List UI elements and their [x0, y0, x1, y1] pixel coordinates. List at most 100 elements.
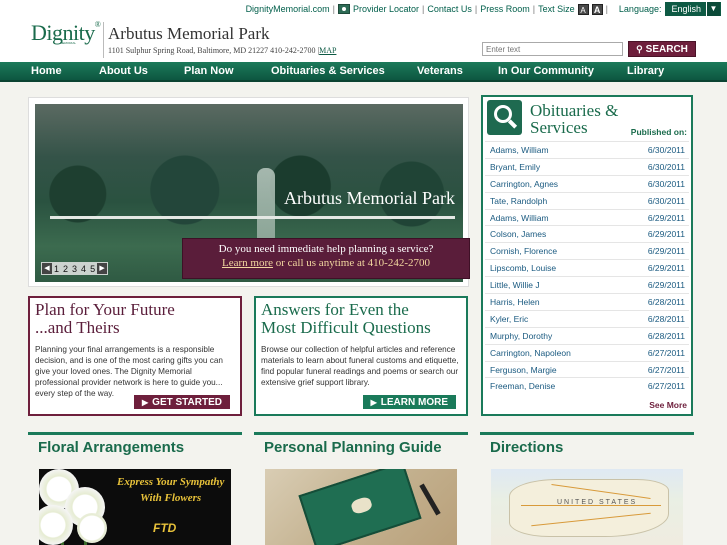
obituary-row[interactable]: Cornish, Florence 6/29/2011: [485, 242, 689, 259]
text-size-small-button[interactable]: A: [577, 3, 589, 15]
get-started-button[interactable]: ▶ GET STARTED: [134, 395, 230, 409]
obituary-name[interactable]: Cornish, Florence: [490, 246, 557, 256]
obituary-name[interactable]: Adams, William: [490, 213, 549, 223]
obituary-name[interactable]: Tate, Randolph: [490, 196, 547, 206]
obituary-name[interactable]: Carrington, Agnes: [490, 179, 558, 189]
obituary-row[interactable]: Little, Willie J 6/29/2011: [485, 276, 689, 293]
search-icon: ⚲: [636, 43, 643, 54]
obituary-date: 6/27/2011: [647, 347, 685, 358]
floral-arrangements-title[interactable]: Floral Arrangements: [28, 439, 242, 456]
map-landmass: [509, 479, 669, 537]
planning-guide-title[interactable]: Personal Planning Guide: [254, 439, 468, 456]
nav-home[interactable]: Home: [31, 65, 62, 77]
obituary-row[interactable]: Kyler, Eric 6/28/2011: [485, 309, 689, 327]
pager-page-2[interactable]: 2: [61, 264, 70, 274]
chevron-right-icon[interactable]: ▶: [97, 263, 108, 274]
pager-page-3[interactable]: 3: [70, 264, 79, 274]
pager-page-4[interactable]: 4: [79, 264, 88, 274]
floral-tagline: Express Your Sympathy With Flowers: [117, 474, 224, 506]
obituary-name[interactable]: Kyler, Eric: [490, 314, 528, 324]
contact-us-link[interactable]: Contact Us: [427, 4, 472, 14]
provider-locator-icon[interactable]: [337, 4, 350, 14]
plan-title-line1: Plan for Your Future: [35, 300, 175, 319]
obituary-name[interactable]: Carrington, Napoleon: [490, 348, 571, 358]
plan-future-box: Plan for Your Future ...and Theirs Planni…: [28, 296, 242, 416]
learn-more-button[interactable]: ▶ LEARN MORE: [362, 395, 456, 409]
main-nav: Home About Us Plan Now Obituaries & Serv…: [0, 62, 727, 82]
search-button[interactable]: ⚲ SEARCH: [628, 41, 696, 57]
obituary-name[interactable]: Bryant, Emily: [490, 162, 540, 172]
map-link[interactable]: MAP: [319, 46, 336, 55]
nav-veterans[interactable]: Veterans: [417, 65, 463, 77]
obituary-row[interactable]: Adams, William 6/30/2011: [485, 141, 689, 158]
directions-title[interactable]: Directions: [480, 439, 694, 456]
chevron-down-icon[interactable]: ▼: [706, 2, 720, 16]
obituary-row[interactable]: Lipscomb, Louise 6/29/2011: [485, 259, 689, 276]
nav-about-us[interactable]: About Us: [99, 65, 148, 77]
flower-icon: [39, 505, 73, 545]
nav-plan-now[interactable]: Plan Now: [184, 65, 234, 77]
search-input[interactable]: [482, 42, 623, 56]
phone-text: 410-242-2700: [270, 46, 316, 55]
obituary-row[interactable]: Ferguson, Margie 6/27/2011: [485, 360, 689, 378]
search-button-label: SEARCH: [645, 43, 688, 55]
obituaries-panel: Obituaries & Services Published on: Adams…: [481, 95, 693, 416]
plan-future-title: Plan for Your Future ...and Theirs: [35, 301, 235, 337]
provider-locator-link[interactable]: Provider Locator: [353, 4, 419, 14]
obituary-row[interactable]: Carrington, Napoleon 6/27/2011: [485, 343, 689, 361]
floral-tagline-line1: Express Your Sympathy: [117, 476, 225, 488]
obituary-row[interactable]: Murphy, Dorothy 6/28/2011: [485, 326, 689, 344]
learn-more-label: LEARN MORE: [380, 396, 448, 408]
obituary-date: 6/30/2011: [647, 161, 685, 172]
text-size-large-button[interactable]: A: [591, 3, 603, 15]
obituary-name[interactable]: Adams, William: [490, 145, 549, 155]
obituary-row[interactable]: Adams, William 6/29/2011: [485, 208, 689, 226]
address-text: 1101 Sulphur Spring Road, Baltimore, MD …: [108, 46, 269, 55]
directions-map[interactable]: UNITED STATES: [491, 469, 683, 545]
promo-top-bar: [480, 432, 694, 435]
answers-title: Answers for Even the Most Difficult Quest…: [261, 301, 461, 337]
nav-in-our-community[interactable]: In Our Community: [498, 65, 594, 77]
obituary-date: 6/29/2011: [647, 212, 685, 223]
obituary-date: 6/27/2011: [647, 381, 685, 392]
obituary-name[interactable]: Little, Willie J: [490, 280, 540, 290]
callout-line2: Learn more or call us anytime at 410-242…: [183, 257, 469, 269]
floral-image[interactable]: Express Your Sympathy With Flowers FTD: [39, 469, 231, 545]
obituary-date: 6/30/2011: [647, 195, 685, 206]
language-value: English: [671, 4, 701, 14]
press-room-link[interactable]: Press Room: [480, 4, 530, 14]
obituary-name[interactable]: Colson, James: [490, 229, 546, 239]
language-select[interactable]: English ▼: [665, 2, 721, 16]
obituary-row[interactable]: Tate, Randolph 6/30/2011: [485, 191, 689, 209]
play-arrow-icon: ▶: [370, 397, 377, 407]
floral-arrangements-promo: Floral Arrangements Express Your Sympath…: [28, 432, 242, 545]
chevron-left-icon[interactable]: ◀: [42, 263, 52, 274]
plan-future-text: Planning your final arrangements is a re…: [35, 345, 223, 398]
obituary-row[interactable]: Harris, Helen 6/28/2011: [485, 293, 689, 310]
nav-library[interactable]: Library: [627, 65, 664, 77]
pager-page-1[interactable]: 1: [52, 264, 61, 274]
promo-top-bar: [28, 432, 242, 435]
nav-obituaries-services[interactable]: Obituaries & Services: [271, 65, 385, 77]
obituary-row[interactable]: Freeman, Denise 6/27/2011: [485, 377, 689, 394]
text-size-label: Text Size: [538, 4, 575, 14]
obituary-name[interactable]: Murphy, Dorothy: [490, 331, 552, 341]
obituary-name[interactable]: Ferguson, Margie: [490, 365, 557, 375]
pager-page-5[interactable]: 5: [88, 264, 97, 274]
floral-tagline-line2: With Flowers: [140, 492, 202, 504]
map-label: UNITED STATES: [557, 499, 638, 506]
planning-guide-image[interactable]: [265, 469, 457, 545]
dignity-memorial-link[interactable]: DignityMemorial.com: [246, 4, 330, 14]
answers-box: Answers for Even the Most Difficult Quest…: [254, 296, 468, 416]
obituary-name[interactable]: Lipscomb, Louise: [490, 263, 556, 273]
obituary-name[interactable]: Harris, Helen: [490, 297, 540, 307]
utility-separator: |: [532, 4, 536, 14]
obituary-row[interactable]: Bryant, Emily 6/30/2011: [485, 157, 689, 175]
obituaries-title[interactable]: Obituaries & Services: [530, 102, 618, 136]
learn-more-link[interactable]: Learn more: [222, 257, 273, 269]
obituary-row[interactable]: Carrington, Agnes 6/30/2011: [485, 174, 689, 192]
immediate-help-callout: Do you need immediate help planning a se…: [182, 238, 470, 279]
see-more-link[interactable]: See More: [649, 400, 687, 410]
obituary-row[interactable]: Colson, James 6/29/2011: [485, 225, 689, 242]
obituary-name[interactable]: Freeman, Denise: [490, 381, 555, 391]
